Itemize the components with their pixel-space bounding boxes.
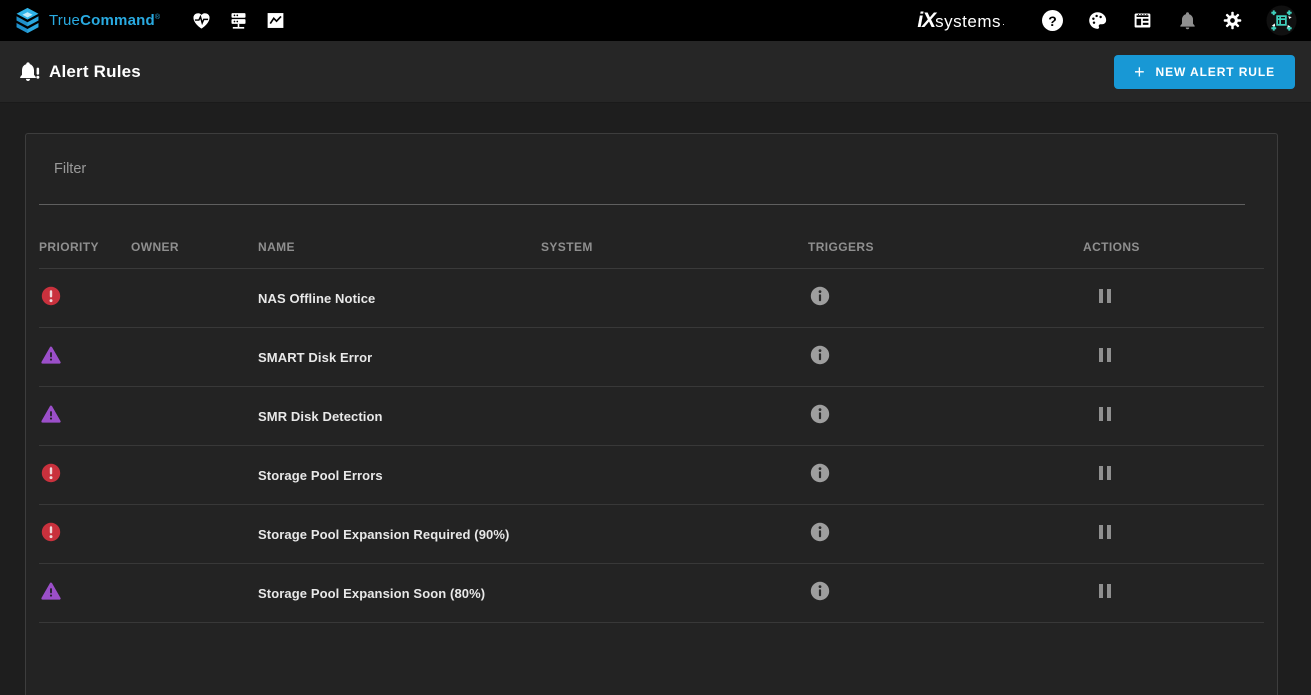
rule-name: SMART Disk Error	[258, 349, 373, 365]
ixsystems-logo: iX systems ·	[917, 8, 1005, 32]
theme-palette-icon[interactable]	[1086, 10, 1108, 32]
table-row[interactable]: Storage Pool Errors	[39, 446, 1264, 505]
info-icon[interactable]	[810, 463, 830, 483]
warning-priority-icon	[41, 345, 61, 365]
widgets-card-icon[interactable]	[1131, 10, 1153, 32]
info-icon[interactable]	[810, 522, 830, 542]
new-alert-rule-button[interactable]: + NEW ALERT RULE	[1114, 54, 1295, 89]
table-row[interactable]: Storage Pool Expansion Soon (80%)	[39, 564, 1264, 623]
error-priority-icon	[41, 522, 61, 542]
pause-icon[interactable]	[1099, 347, 1111, 362]
table-body: NAS Offline Notice SMART Disk Error SMR …	[26, 269, 1277, 623]
column-header-name: NAME	[258, 240, 295, 254]
content-area: Filter PRIORITY OWNER NAME SYSTEM TRIGGE…	[0, 103, 1311, 695]
user-avatar[interactable]	[1266, 5, 1297, 36]
info-icon[interactable]	[810, 581, 830, 601]
pause-icon[interactable]	[1099, 406, 1111, 421]
truecommand-logo[interactable]: TrueCommand®	[14, 7, 160, 34]
pause-icon[interactable]	[1099, 465, 1111, 480]
truecommand-wordmark: TrueCommand®	[49, 12, 161, 29]
pause-icon[interactable]	[1099, 524, 1111, 539]
notifications-bell-icon[interactable]	[1176, 10, 1198, 32]
help-icon[interactable]: ?	[1042, 10, 1063, 31]
column-header-triggers: TRIGGERS	[808, 240, 874, 254]
rule-name: Storage Pool Expansion Required (90%)	[258, 526, 510, 542]
column-header-system: SYSTEM	[541, 240, 593, 254]
settings-gear-icon[interactable]	[1221, 10, 1243, 32]
alert-bell-icon	[20, 61, 40, 81]
column-header-actions: ACTIONS	[1083, 240, 1140, 254]
info-icon[interactable]	[810, 345, 830, 365]
table-row[interactable]: Storage Pool Expansion Required (90%)	[39, 505, 1264, 564]
table-row[interactable]: SMART Disk Error	[39, 328, 1264, 387]
error-priority-icon	[41, 286, 61, 306]
pause-icon[interactable]	[1099, 288, 1111, 303]
filter-field[interactable]: Filter	[39, 152, 1245, 205]
pause-icon[interactable]	[1099, 583, 1111, 598]
column-header-owner: OWNER	[131, 240, 179, 254]
error-priority-icon	[41, 463, 61, 483]
rule-name: Storage Pool Errors	[258, 467, 383, 483]
top-navbar: TrueCommand® iX systems · ?	[0, 0, 1311, 41]
rule-name: Storage Pool Expansion Soon (80%)	[258, 585, 486, 601]
rule-name: NAS Offline Notice	[258, 290, 376, 306]
warning-priority-icon	[41, 404, 61, 424]
warning-priority-icon	[41, 581, 61, 601]
health-dashboard-icon[interactable]	[190, 10, 212, 32]
table-row[interactable]: NAS Offline Notice	[39, 269, 1264, 328]
info-icon[interactable]	[810, 404, 830, 424]
table-row[interactable]: SMR Disk Detection	[39, 387, 1264, 446]
systems-server-icon[interactable]	[227, 10, 249, 32]
page-header: Alert Rules + NEW ALERT RULE	[0, 41, 1311, 103]
plus-icon: +	[1134, 61, 1146, 82]
filter-input[interactable]: Filter	[39, 161, 1185, 177]
table-header-row: PRIORITY OWNER NAME SYSTEM TRIGGERS ACTI…	[39, 205, 1264, 269]
truecommand-cube-icon	[16, 7, 39, 34]
reports-chart-icon[interactable]	[264, 10, 286, 32]
page-title: Alert Rules	[49, 61, 141, 81]
info-icon[interactable]	[810, 286, 830, 306]
alert-rules-card: Filter PRIORITY OWNER NAME SYSTEM TRIGGE…	[25, 133, 1278, 695]
column-header-priority: PRIORITY	[39, 240, 99, 254]
rule-name: SMR Disk Detection	[258, 408, 383, 424]
